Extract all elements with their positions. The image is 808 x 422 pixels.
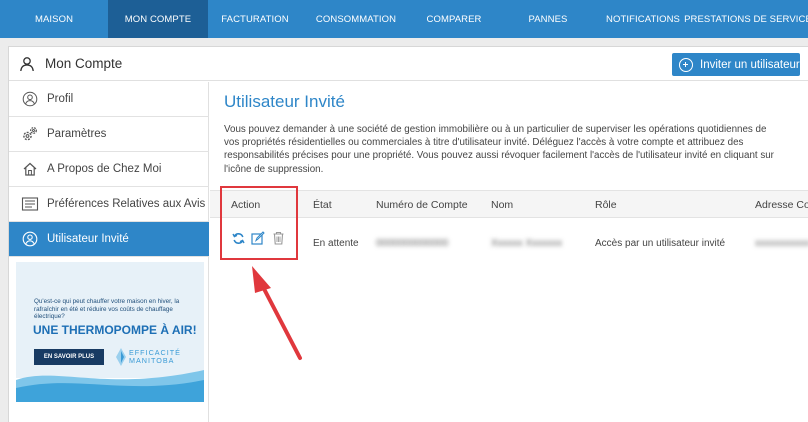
action-highlight-box [220,186,298,260]
nav-comparer[interactable]: COMPARER [410,0,498,38]
name-cell: Xxxxxx Xxxxxxx [491,238,563,249]
sidebar-item-label: Profil [47,93,74,105]
ad-question-text: Qu'est-ce qui peut chauffer votre maison… [34,298,180,320]
column-header-etat: État [313,199,332,211]
column-header-nom: Nom [491,199,514,211]
sidebar-item-label: Paramètres [47,128,107,140]
sidebar-item-preferences[interactable]: Préférences Relatives aux Avis [9,187,209,222]
invite-user-label: Inviter un utilisateur [700,58,800,71]
section-description: Vous pouvez demander à une société de ge… [224,124,774,175]
sidebar-item-profil[interactable]: Profil [9,82,209,117]
ad-learn-more-button[interactable]: EN SAVOIR PLUS [34,349,104,365]
invite-user-button[interactable]: Inviter un utilisateur [672,53,800,76]
sidebar-item-parametres[interactable]: Paramètres [9,117,209,152]
logo-line-2: MANITOBA [129,356,175,365]
sidebar-item-a-propos[interactable]: A Propos de Chez Moi [9,152,209,187]
table-header: Action État Numéro de Compte Nom Rôle Ad… [210,190,808,218]
status-cell: En attente [313,238,359,249]
logo-mark-icon [116,348,126,366]
sidebar-item-label: Préférences Relatives aux Avis [47,198,206,210]
nav-notifications[interactable]: NOTIFICATIONS [598,0,688,38]
guest-user-icon [21,230,39,248]
section-title: Utilisateur Invité [224,92,345,111]
sidebar-item-utilisateur-invite[interactable]: Utilisateur Invité [9,222,209,257]
account-panel: Mon Compte Inviter un utilisateur Profil… [8,46,808,422]
page-title: Mon Compte [45,56,123,71]
nav-mon-compte[interactable]: MON COMPTE [108,0,208,38]
document-icon [21,195,39,213]
plus-circle-icon [679,57,693,72]
column-header-role: Rôle [595,199,617,211]
sidebar-item-label: Utilisateur Invité [47,233,129,245]
role-cell: Accès par un utilisateur invité [595,238,726,249]
nav-prestations[interactable]: PRESTATIONS DE SERVICE [684,0,808,38]
ad-wave-graphic [16,370,204,402]
heat-pump-ad[interactable]: Qu'est-ce qui peut chauffer votre maison… [16,262,204,402]
sidebar-item-label: A Propos de Chez Moi [47,163,162,175]
nav-consommation[interactable]: CONSOMMATION [302,0,410,38]
nav-maison[interactable]: MAISON [0,0,108,38]
efficacite-manitoba-logo: EFFICACITÉ MANITOBA [116,348,181,366]
user-icon [21,90,39,108]
address-cell: xxxxxxxxxxx [755,238,808,249]
sidebar: Profil Paramètres A Propos de Chez Moi P… [9,82,209,422]
panel-header: Mon Compte Inviter un utilisateur [9,47,808,81]
nav-facturation[interactable]: FACTURATION [208,0,302,38]
gears-icon [21,125,39,143]
nav-pannes[interactable]: PANNES [498,0,598,38]
user-icon [20,57,34,72]
main-content: Utilisateur Invité Vous pouvez demander … [210,82,808,422]
account-number-cell: 0000000000000 [376,238,449,249]
top-navigation: MAISON MON COMPTE FACTURATION CONSOMMATI… [0,0,808,38]
house-icon [21,160,39,178]
column-header-numero: Numéro de Compte [376,199,468,211]
column-header-adresse: Adresse Cour [755,199,808,211]
ad-headline: UNE THERMOPOMPE À AIR! [33,323,197,337]
